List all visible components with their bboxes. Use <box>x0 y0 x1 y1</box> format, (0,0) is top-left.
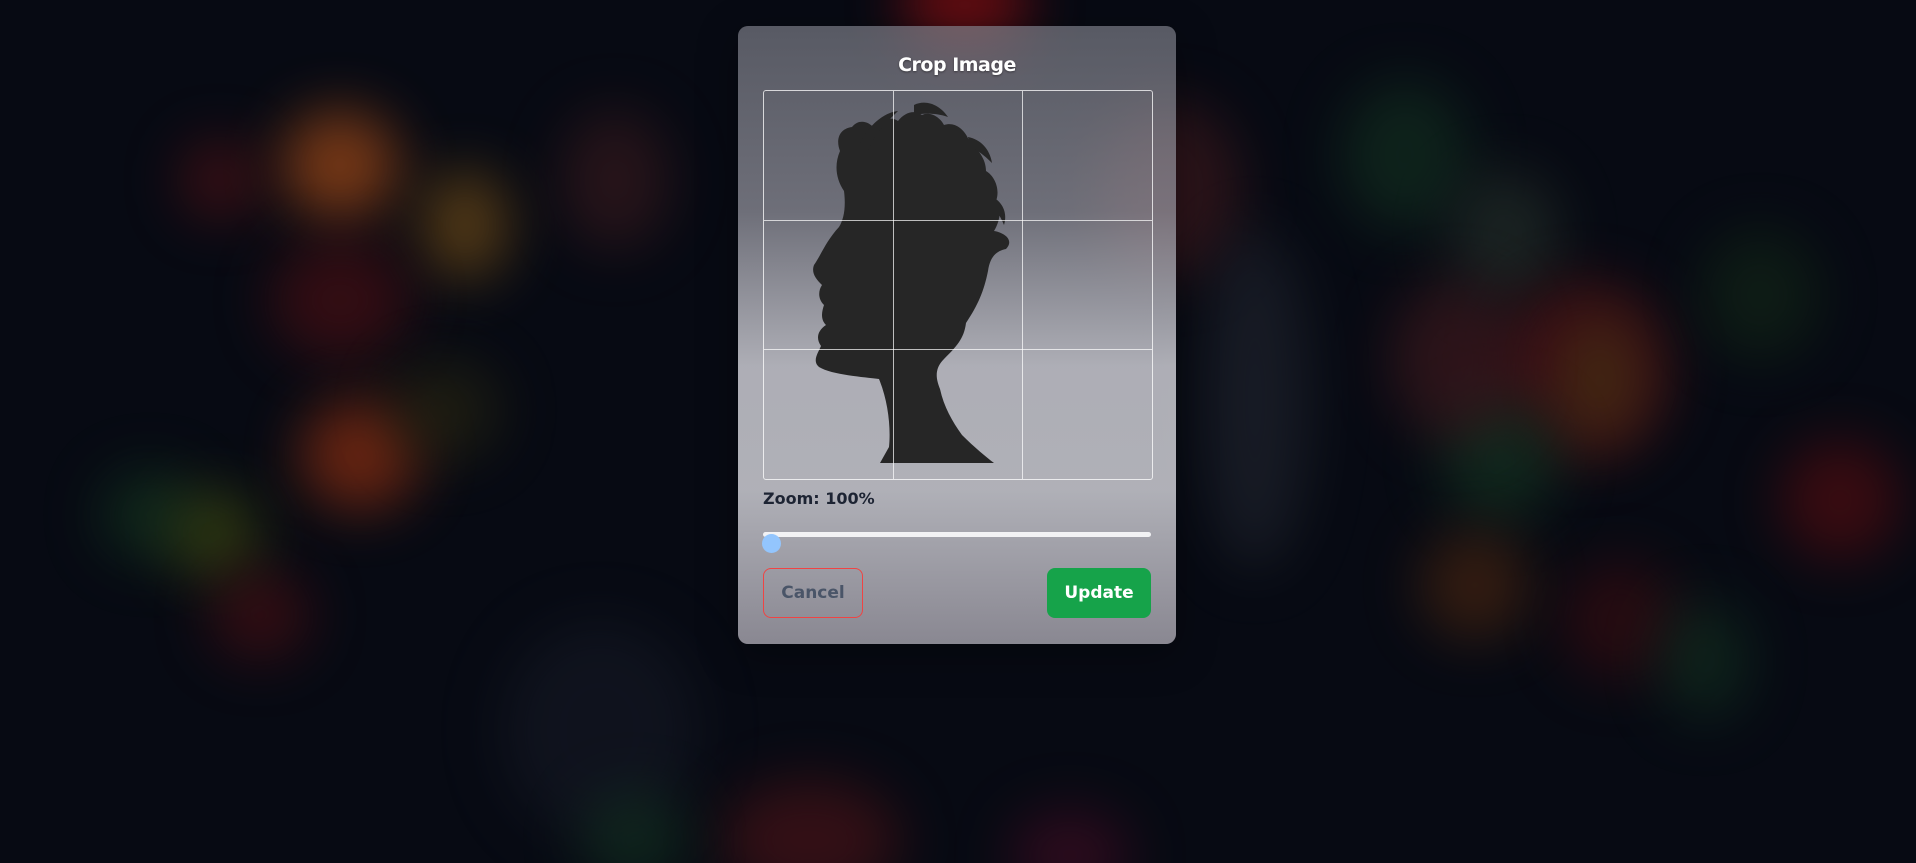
cancel-button[interactable]: Cancel <box>763 568 863 618</box>
dialog-title: Crop Image <box>898 54 1016 76</box>
crop-grid-line <box>764 349 1152 350</box>
crop-area[interactable] <box>763 90 1153 480</box>
crop-grid-line <box>893 91 894 479</box>
person-profile-silhouette-icon <box>813 102 1010 463</box>
zoom-slider[interactable] <box>763 532 1151 537</box>
crop-image-dialog: Crop Image Zoom: 100% Cancel Update <box>738 26 1176 644</box>
zoom-label: Zoom: 100% <box>763 489 875 508</box>
zoom-slider-thumb[interactable] <box>762 534 781 553</box>
crop-grid-line <box>1022 91 1023 479</box>
update-button[interactable]: Update <box>1047 568 1151 618</box>
crop-grid-line <box>764 220 1152 221</box>
